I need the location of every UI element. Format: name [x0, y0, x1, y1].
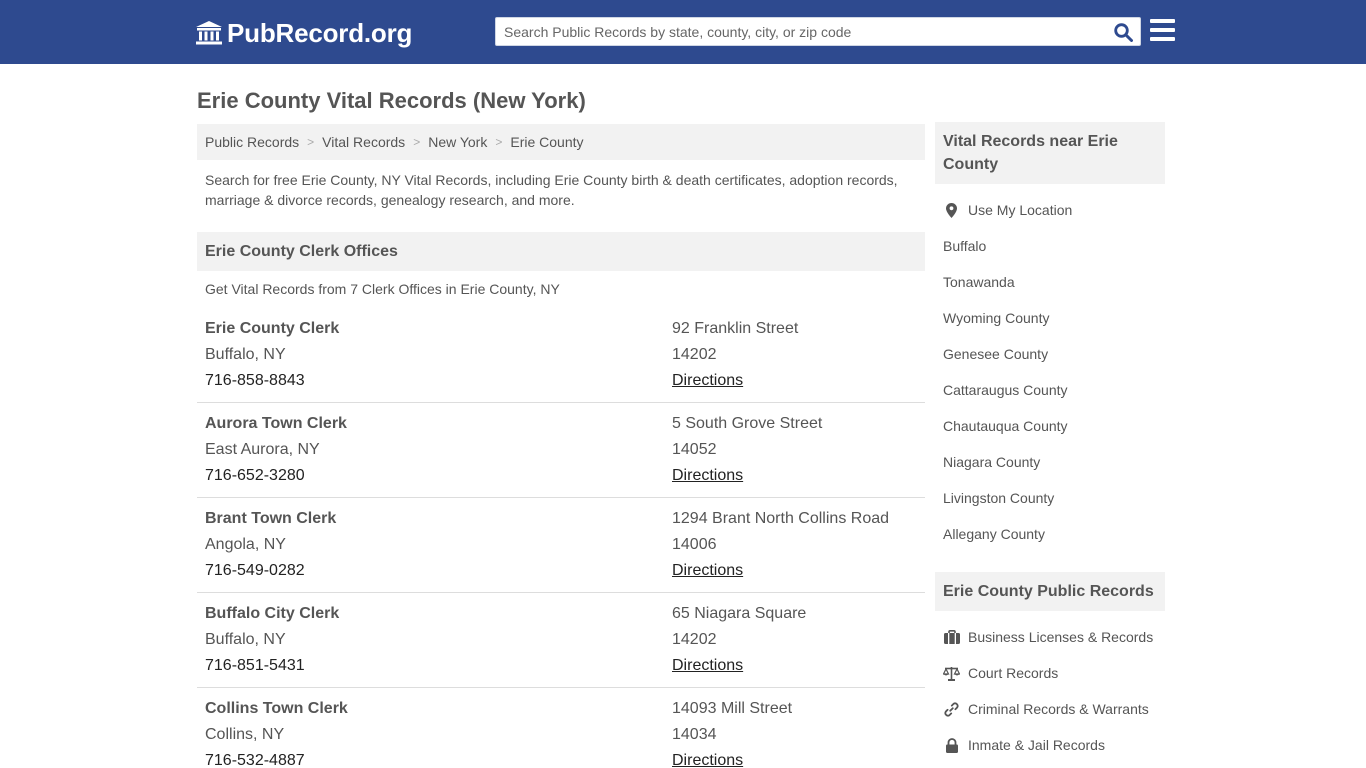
- nearby-link[interactable]: Niagara County: [943, 444, 1165, 480]
- office-zip: 14034: [672, 726, 717, 743]
- scales-icon: [943, 665, 960, 681]
- nearby-link[interactable]: Allegany County: [943, 516, 1165, 552]
- office-city: Angola, NY: [205, 536, 286, 553]
- directions-link[interactable]: Directions: [672, 752, 743, 768]
- nearby-link[interactable]: Wyoming County: [943, 300, 1165, 336]
- nearby-link[interactable]: Genesee County: [943, 336, 1165, 372]
- office-city: East Aurora, NY: [205, 441, 320, 458]
- breadcrumb-separator: >: [495, 135, 503, 149]
- nearby-link[interactable]: Buffalo: [943, 228, 1165, 264]
- directions-link[interactable]: Directions: [672, 372, 743, 390]
- office-name: Erie County Clerk: [205, 320, 340, 337]
- office-name: Brant Town Clerk: [205, 510, 337, 527]
- offices-section-subtitle: Get Vital Records from 7 Clerk Offices i…: [205, 281, 560, 297]
- site-logo[interactable]: PubRecord.org: [195, 18, 412, 48]
- breadcrumb-separator: >: [413, 135, 421, 149]
- public-record-link[interactable]: Business Licenses & Records: [943, 619, 1165, 655]
- office-item: Buffalo City Clerk Buffalo, NY 716-851-5…: [197, 593, 925, 688]
- office-zip: 14202: [672, 631, 717, 648]
- search-input[interactable]: [496, 18, 1096, 45]
- office-phone[interactable]: 716-549-0282: [205, 562, 305, 580]
- public-record-link[interactable]: Court Records: [943, 655, 1165, 691]
- office-phone[interactable]: 716-851-5431: [205, 657, 305, 675]
- search-button[interactable]: [1112, 21, 1134, 43]
- office-name: Aurora Town Clerk: [205, 415, 347, 432]
- office-street: 1294 Brant North Collins Road: [672, 510, 890, 527]
- nearby-records-title: Vital Records near Erie County: [935, 122, 1165, 184]
- nearby-link[interactable]: Cattaraugus County: [943, 372, 1165, 408]
- office-street: 65 Niagara Square: [672, 605, 807, 622]
- office-zip: 14052: [672, 441, 717, 458]
- use-my-location-label: Use My Location: [968, 202, 1073, 218]
- office-street: 14093 Mill Street: [672, 700, 793, 717]
- public-record-label: Inmate & Jail Records: [968, 737, 1105, 753]
- public-record-label: Business Licenses & Records: [968, 629, 1154, 645]
- lock-icon: [943, 737, 960, 753]
- office-phone[interactable]: 716-652-3280: [205, 467, 305, 485]
- intro-text: Search for free Erie County, NY Vital Re…: [205, 172, 898, 208]
- office-street: 92 Franklin Street: [672, 320, 799, 337]
- public-record-label: Court Records: [968, 665, 1059, 681]
- breadcrumb-separator: >: [307, 135, 315, 149]
- nearby-link[interactable]: Chautauqua County: [943, 408, 1165, 444]
- office-name: Buffalo City Clerk: [205, 605, 340, 622]
- office-street: 5 South Grove Street: [672, 415, 823, 432]
- office-phone[interactable]: 716-858-8843: [205, 372, 305, 390]
- hamburger-menu-icon[interactable]: [1150, 19, 1175, 41]
- breadcrumb-erie-county: Erie County: [510, 134, 584, 150]
- public-record-link[interactable]: Inmate & Jail Records: [943, 727, 1165, 763]
- office-item: Aurora Town Clerk East Aurora, NY 716-65…: [197, 403, 925, 498]
- nearby-records-list: Use My Location Buffalo Tonawanda Wyomin…: [943, 192, 1165, 552]
- search-icon: [1113, 22, 1133, 42]
- public-records-list: Business Licenses & Records Court Record…: [943, 619, 1165, 763]
- link-icon: [943, 701, 960, 717]
- offices-list: Erie County Clerk Buffalo, NY 716-858-88…: [197, 308, 925, 768]
- breadcrumb-public-records[interactable]: Public Records: [205, 134, 299, 150]
- office-city: Buffalo, NY: [205, 346, 286, 363]
- office-item: Collins Town Clerk Collins, NY 716-532-4…: [197, 688, 925, 768]
- courthouse-icon: [196, 21, 222, 45]
- office-phone[interactable]: 716-532-4887: [205, 752, 305, 768]
- page-title: Erie County Vital Records (New York): [197, 88, 586, 113]
- logo-text: PubRecord.org: [227, 17, 413, 48]
- search-bar: [495, 17, 1141, 46]
- office-zip: 14202: [672, 346, 717, 363]
- office-city: Collins, NY: [205, 726, 285, 743]
- directions-link[interactable]: Directions: [672, 467, 743, 485]
- map-marker-icon: [943, 202, 960, 218]
- office-city: Buffalo, NY: [205, 631, 286, 648]
- briefcase-icon: [943, 629, 960, 645]
- directions-link[interactable]: Directions: [672, 657, 743, 675]
- breadcrumb: Public Records > Vital Records > New Yor…: [197, 124, 925, 160]
- public-records-title: Erie County Public Records: [935, 572, 1165, 611]
- site-header: PubRecord.org: [0, 0, 1366, 64]
- office-item: Brant Town Clerk Angola, NY 716-549-0282…: [197, 498, 925, 593]
- office-name: Collins Town Clerk: [205, 700, 348, 717]
- public-record-label: Criminal Records & Warrants: [968, 701, 1149, 717]
- nearby-link[interactable]: Livingston County: [943, 480, 1165, 516]
- offices-section-title: Erie County Clerk Offices: [197, 232, 925, 271]
- nearby-link[interactable]: Tonawanda: [943, 264, 1165, 300]
- office-zip: 14006: [672, 536, 717, 553]
- breadcrumb-vital-records[interactable]: Vital Records: [322, 134, 405, 150]
- directions-link[interactable]: Directions: [672, 562, 743, 580]
- use-my-location-link[interactable]: Use My Location: [943, 192, 1165, 228]
- public-record-link[interactable]: Criminal Records & Warrants: [943, 691, 1165, 727]
- office-item: Erie County Clerk Buffalo, NY 716-858-88…: [197, 308, 925, 403]
- breadcrumb-new-york[interactable]: New York: [428, 134, 487, 150]
